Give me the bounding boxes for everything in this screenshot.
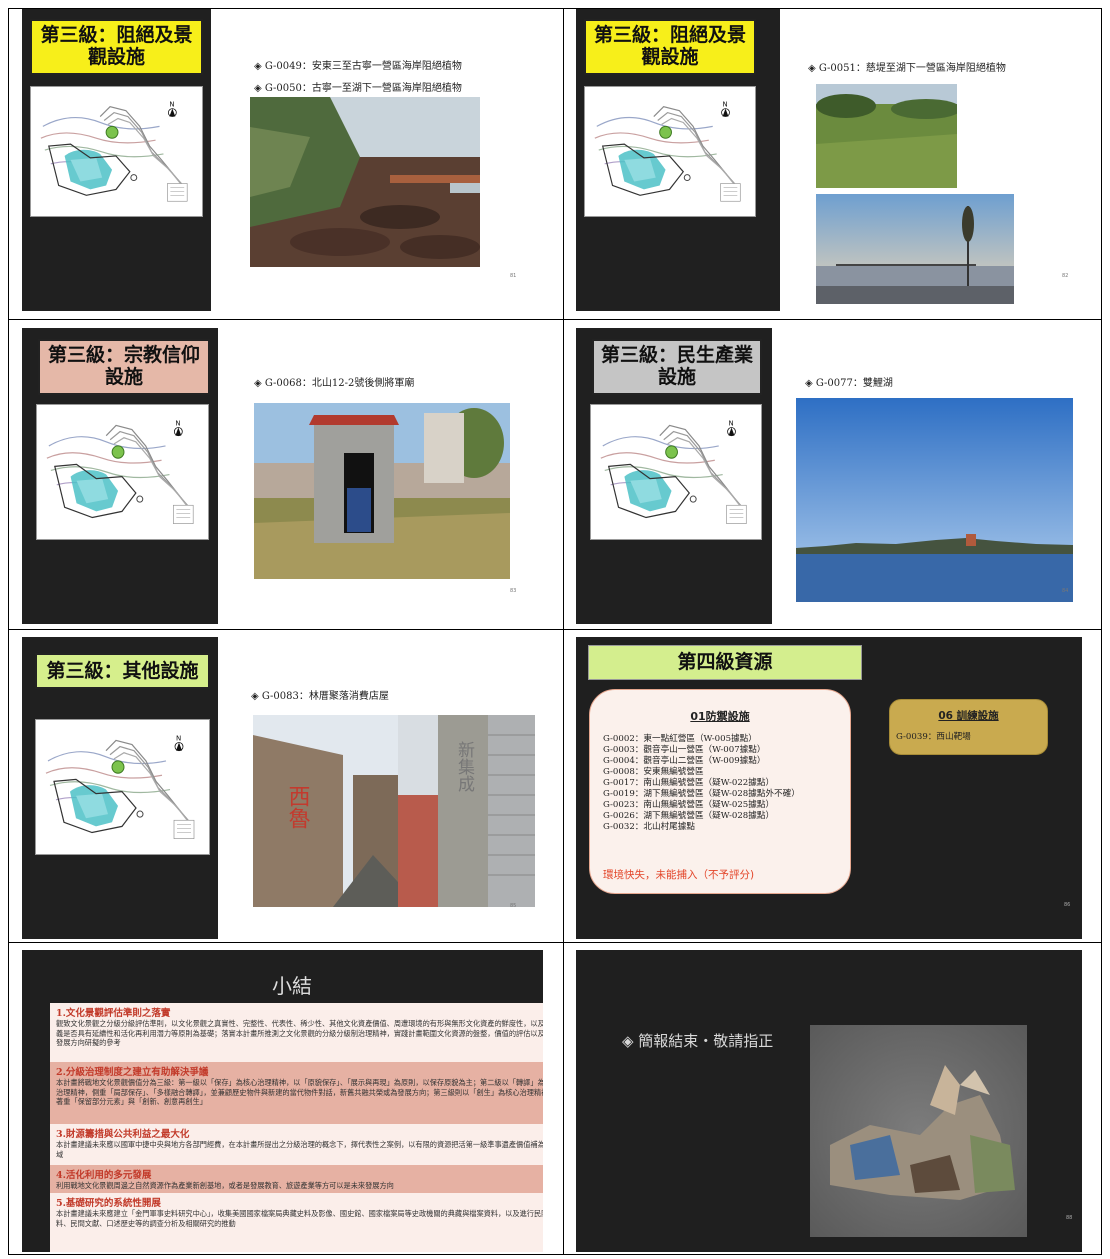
summary-text: 本計畫建議未來應建立「金門軍事史料研究中心」，收集美國國家檔案局典藏史料及影像、… — [56, 1209, 543, 1228]
slide-title: 第四級資源 — [588, 645, 862, 680]
photo-caption: ◈ G-0051：慈堤至湖下一營區海岸阻絕植物 — [808, 63, 1006, 74]
slide-84: 第三級：民生產業設施 N ◈ G-0077：雙鯉湖 84 — [576, 328, 1082, 624]
agave-sunset-photo — [816, 194, 1014, 304]
svg-text:N: N — [169, 101, 174, 109]
page-number: 85 — [510, 903, 517, 909]
facility-item: G-0003：觀音亭山一營區（W-007據點） — [603, 745, 766, 755]
facility-item: G-0032：北山村尾據點 — [603, 822, 695, 832]
facility-item: G-0023：南山無編號營區（疑W-025據點） — [603, 800, 775, 810]
location-map: N — [590, 404, 762, 540]
slide-title: 小結 — [272, 974, 312, 998]
page-number: 84 — [1062, 588, 1069, 594]
photo-caption: ◈ G-0049：安東三至古寧一營區海岸阻絕植物 — [254, 61, 462, 72]
facility-item: G-0002：東一點紅營區（W-005據點） — [603, 734, 757, 744]
grid-border-right — [1101, 8, 1102, 1255]
grid-divider-row1 — [8, 319, 1102, 320]
summary-heading: 1.文化景觀評估準則之落實 — [56, 1008, 171, 1019]
shop-sign-left: 西魯 — [285, 785, 311, 829]
shop-sign-photo: 新集成 — [398, 715, 535, 907]
coastal-rocks-photo — [250, 97, 480, 267]
grid-border-left — [8, 8, 9, 1255]
svg-text:N: N — [729, 418, 734, 427]
slide-86: 第四級資源 01防禦設施 G-0002：東一點紅營區（W-005據點） G-000… — [576, 637, 1082, 939]
shop-sign-right: 新集成 — [454, 741, 475, 792]
point-cloud-model-image — [810, 1025, 1027, 1237]
grassland-photo — [816, 84, 957, 188]
location-map: N — [30, 86, 203, 217]
closing-text: ◈ 簡報結束・敬請指正 — [622, 1032, 774, 1050]
slide-summary: 小結 1.文化景觀評估準則之落實 觀致文化景觀之分級分級評估準則，以文化景觀之真實… — [22, 950, 543, 1252]
grid-divider-row2 — [8, 629, 1102, 630]
svg-text:N: N — [175, 418, 180, 427]
slide-title: 第三級：阻絕及景觀設施 — [584, 19, 756, 75]
location-map: N — [584, 86, 756, 217]
facility-item: G-0039：西山靶場 — [896, 732, 971, 742]
location-map: N — [36, 404, 209, 540]
summary-text: 本計畫建議未來應以國軍中捷中央與地方各部門經費，在本計畫所提出之分級治理的概念下… — [56, 1140, 543, 1159]
defense-facilities-card: 01防禦設施 G-0002：東一點紅營區（W-005據點） G-0003：觀音亭山… — [589, 689, 851, 894]
facility-item: G-0026：湖下無編號營區（疑W-028據點） — [603, 811, 775, 821]
summary-text: 本計畫將戰地文化景觀價值分為三級：第一級以「保存」為核心治理精神，以「原貌保存」… — [56, 1078, 543, 1107]
slide-81: 第三級：阻絕及景觀設施 N ◈ G-0049：安東三至古寧一營區海岸阻絕植物 ◈… — [22, 9, 543, 311]
summary-text: 利用戰地文化景觀周邊之自然資源作為產業新創基地，或者是發展教育、旅遊產業等方可以… — [56, 1181, 394, 1190]
svg-text:N: N — [723, 101, 728, 109]
shophouse-alley-photo: 西魯 — [253, 715, 421, 907]
summary-heading: 5.基礎研究的系統性開展 — [56, 1198, 161, 1209]
page-number: 82 — [1062, 273, 1069, 279]
lake-photo — [796, 398, 1073, 602]
summary-heading: 2.分級治理制度之建立有助解決爭議 — [56, 1067, 209, 1078]
facility-item: G-0008：安東無編號營區 — [603, 767, 704, 777]
card-title: 06 訓練設施 — [938, 710, 999, 722]
page-number: 86 — [1064, 902, 1071, 908]
slide-title: 第三級：宗教信仰設施 — [38, 339, 210, 395]
slide-title: 第三級：阻絕及景觀設施 — [30, 19, 203, 75]
page-number: 81 — [510, 273, 517, 279]
summary-section: 5.基礎研究的系統性開展 本計畫建議未來應建立「金門軍事史料研究中心」，收集美國國… — [50, 1193, 543, 1252]
summary-text: 觀致文化景觀之分級分級評估準則，以文化景觀之真實性、完整性、代表性、稀少性、其他… — [56, 1019, 543, 1048]
summary-heading: 4.活化利用的多元發展 — [56, 1170, 152, 1181]
facility-list: G-0039：西山靶場 — [896, 732, 971, 743]
page-number: 83 — [510, 588, 517, 594]
slide-85: 第三級：其他設施 N ◈ G-0083：林厝聚落消費店屋 西魯 新集成 85 — [22, 637, 543, 939]
summary-section: 4.活化利用的多元發展 利用戰地文化景觀周邊之自然資源作為產業新創基地，或者是發展… — [50, 1165, 543, 1193]
facility-item: G-0004：觀音亭山二營區（W-009據點） — [603, 756, 766, 766]
photo-caption: ◈ G-0077：雙鯉湖 — [805, 378, 893, 389]
slide-83: 第三級：宗教信仰設施 N ◈ G-0068：北山12-2號後側將軍廟 83 — [22, 328, 543, 624]
summary-section: 3.財源籌措與公共利益之最大化 本計畫建議未來應以國軍中捷中央與地方各部門經費，在… — [50, 1124, 543, 1165]
facility-item: G-0017：南山無編號營區（疑W-022據點） — [603, 778, 775, 788]
slide-title: 第三級：其他設施 — [35, 653, 210, 689]
warning-text: 環境快失，未能捕入（不予評分) — [603, 869, 755, 881]
summary-section: 2.分級治理制度之建立有助解決爭議 本計畫將戰地文化景觀價值分為三級：第一級以「保… — [50, 1062, 543, 1124]
facility-item: G-0019：湖下無編號營區（疑W-028據點外不確） — [603, 789, 800, 799]
temple-photo — [254, 403, 510, 579]
summary-heading: 3.財源籌措與公共利益之最大化 — [56, 1129, 190, 1140]
photo-caption: ◈ G-0050：古寧一至湖下一營區海岸阻絕植物 — [254, 83, 462, 94]
photo-caption: ◈ G-0083：林厝聚落消費店屋 — [251, 691, 389, 702]
grid-divider-row3 — [8, 942, 1102, 943]
photo-caption: ◈ G-0068：北山12-2號後側將軍廟 — [254, 378, 415, 389]
card-title: 01防禦設施 — [690, 710, 750, 723]
svg-text:N: N — [176, 733, 181, 742]
slide-ending: ◈ 簡報結束・敬請指正 88 — [576, 950, 1082, 1252]
training-facilities-card: 06 訓練設施 G-0039：西山靶場 — [889, 699, 1048, 755]
grid-divider-vertical — [563, 8, 564, 1255]
summary-section: 1.文化景觀評估準則之落實 觀致文化景觀之分級分級評估準則，以文化景觀之真實性、完… — [50, 1003, 543, 1062]
page-number: 88 — [1066, 1215, 1073, 1221]
summary-body: 1.文化景觀評估準則之落實 觀致文化景觀之分級分級評估準則，以文化景觀之真實性、完… — [50, 1003, 543, 1252]
facility-list: G-0002：東一點紅營區（W-005據點） G-0003：觀音亭山一營區（W-0… — [603, 734, 800, 833]
slide-82: 第三級：阻絕及景觀設施 N ◈ G-0051：慈堤至湖下一營區海岸阻絕植物 82 — [576, 9, 1082, 311]
grid-border-bottom — [8, 1254, 1102, 1255]
slide-title: 第三級：民生產業設施 — [592, 339, 762, 395]
location-map: N — [35, 719, 210, 855]
